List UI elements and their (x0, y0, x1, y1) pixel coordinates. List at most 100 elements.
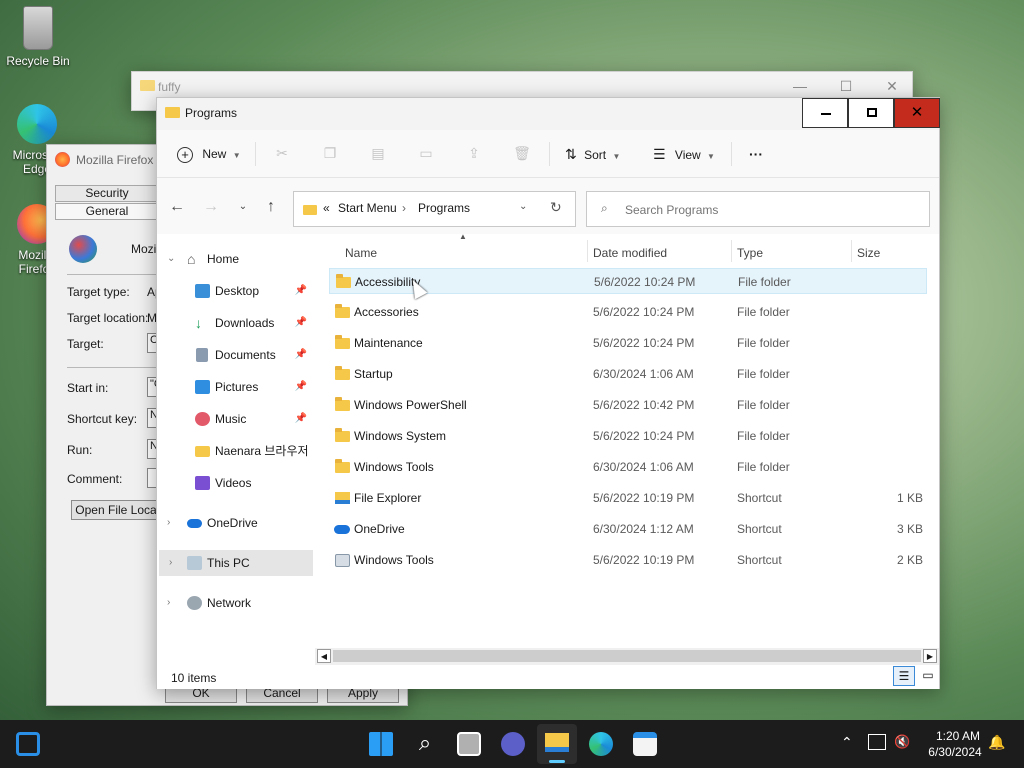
nav-item-naenara[interactable]: Naenara 브라우저 (157, 438, 313, 464)
horizontal-scrollbar[interactable]: ◀ ▶ (315, 648, 939, 665)
back-arrow-icon[interactable]: ← (167, 197, 187, 217)
up-arrow-icon[interactable]: ↑ (261, 197, 281, 217)
table-row[interactable]: OneDrive 6/30/2024 1:12 AM Shortcut 3 KB (329, 516, 927, 542)
nav-item-videos[interactable]: Videos (157, 470, 313, 496)
folder-icon (335, 459, 350, 473)
column-header-name[interactable]: Name (345, 243, 377, 263)
new-label: New (202, 147, 227, 161)
store-icon[interactable] (633, 732, 657, 756)
details-view-icon[interactable]: ☰ (893, 666, 915, 686)
music-icon (195, 412, 210, 426)
table-row[interactable]: Windows Tools 6/30/2024 1:06 AM File fol… (329, 454, 927, 480)
table-row[interactable]: Accessories 5/6/2022 10:24 PM File folde… (329, 299, 927, 325)
taskbar-file-explorer-button[interactable] (537, 724, 577, 764)
task-view-icon[interactable] (457, 732, 481, 756)
address-dropdown-icon[interactable]: ⌄ (519, 201, 527, 212)
column-header-size[interactable]: Size (857, 243, 880, 263)
nav-item-home[interactable]: ⌄ ⌂ Home (157, 246, 313, 272)
nav-item-documents[interactable]: Documents 📌 (157, 342, 313, 368)
new-button[interactable]: + New ▼ (177, 144, 241, 164)
column-header-date[interactable]: Date modified (593, 243, 667, 263)
scroll-left-icon[interactable]: ◀ (317, 649, 331, 663)
breadcrumb-start-menu[interactable]: Start Menu (338, 201, 397, 215)
delete-icon[interactable]: 🗑 (513, 144, 531, 162)
network-icon[interactable] (868, 734, 886, 750)
tab-general[interactable]: General (55, 203, 159, 220)
chevron-down-icon: ▼ (612, 152, 621, 161)
notifications-icon[interactable]: 🔔 (988, 734, 1005, 751)
folder-icon (165, 107, 180, 118)
copy-icon[interactable]: ❐ (321, 144, 339, 162)
active-indicator (549, 760, 565, 763)
open-file-location-button[interactable]: Open File Loca (71, 500, 161, 520)
view-button[interactable]: ☰ View ▼ (653, 144, 715, 164)
address-overflow[interactable]: « (323, 201, 330, 215)
nav-item-network[interactable]: › Network (157, 590, 313, 616)
table-row[interactable]: Windows PowerShell 5/6/2022 10:42 PM Fil… (329, 392, 927, 418)
column-separator[interactable] (731, 240, 732, 262)
cut-icon[interactable]: ✂ (273, 144, 291, 162)
nav-item-onedrive[interactable]: › OneDrive (157, 510, 313, 536)
address-bar[interactable]: « Start Menu › Programs ⌄ ↻ (293, 191, 576, 227)
windows-tools-icon (335, 554, 350, 567)
table-row[interactable]: Windows Tools 5/6/2022 10:19 PM Shortcut… (329, 547, 927, 573)
status-bar: 10 items ☰ ▭ (157, 665, 939, 689)
breadcrumb-programs[interactable]: Programs (418, 201, 470, 215)
close-button[interactable]: ✕ (894, 98, 940, 128)
desktop-icon-recycle-bin[interactable]: Recycle Bin (2, 6, 74, 68)
forward-arrow-icon[interactable]: → (201, 197, 221, 217)
more-options-button[interactable]: ··· (749, 144, 763, 164)
row-date: 5/6/2022 10:19 PM (593, 491, 695, 505)
minimize-button[interactable] (802, 98, 848, 128)
table-row[interactable]: Startup 6/30/2024 1:06 AM File folder (329, 361, 927, 387)
nav-item-pictures[interactable]: Pictures 📌 (157, 374, 313, 400)
paste-icon[interactable]: ▤ (369, 144, 387, 162)
search-input[interactable] (625, 201, 915, 219)
minimize-icon[interactable]: — (777, 72, 823, 100)
refresh-icon[interactable]: ↻ (550, 199, 562, 216)
folder-icon (140, 80, 155, 91)
show-hidden-icons-icon[interactable]: ⌃ (841, 734, 853, 751)
maximize-icon[interactable]: ☐ (823, 72, 869, 100)
row-name: Windows System (354, 429, 447, 443)
column-separator[interactable] (587, 240, 588, 262)
widgets-icon[interactable] (16, 732, 40, 756)
title-bar[interactable]: Programs ✕ (157, 98, 940, 130)
volume-muted-icon[interactable]: 🔇 (894, 734, 910, 750)
tab-security[interactable]: Security (55, 185, 159, 202)
scroll-thumb[interactable] (333, 650, 921, 662)
chat-icon[interactable] (501, 732, 525, 756)
table-row[interactable]: File Explorer 5/6/2022 10:19 PM Shortcut… (329, 485, 927, 511)
label-target: Target: (67, 337, 104, 351)
edge-icon[interactable] (589, 732, 613, 756)
large-icons-view-icon[interactable]: ▭ (917, 666, 939, 686)
row-date: 5/6/2022 10:24 PM (593, 336, 695, 350)
column-header-type[interactable]: Type (737, 243, 763, 263)
clock-time[interactable]: 1:20 AM (926, 729, 990, 743)
nav-item-desktop[interactable]: Desktop 📌 (157, 278, 313, 304)
sort-button[interactable]: ⇅ Sort ▼ (565, 144, 620, 164)
nav-item-this-pc[interactable]: › This PC (159, 550, 313, 576)
maximize-button[interactable] (848, 98, 894, 128)
scroll-right-icon[interactable]: ▶ (923, 649, 937, 663)
nav-item-music[interactable]: Music 📌 (157, 406, 313, 432)
share-icon[interactable]: ⇪ (465, 144, 483, 162)
row-date: 6/30/2024 1:06 AM (593, 460, 694, 474)
search-icon[interactable]: ⌕ (413, 732, 437, 756)
recent-locations-chevron-icon[interactable]: ⌄ (233, 197, 253, 217)
clock-date[interactable]: 6/30/2024 (921, 745, 989, 759)
nav-item-downloads[interactable]: ↓ Downloads 📌 (157, 310, 313, 336)
pictures-icon (195, 380, 210, 394)
file-explorer-window[interactable]: Programs ✕ + New ▼ ✂ ❐ ▤ ▭ ⇪ 🗑 ⇅ Sort ▼ … (156, 97, 940, 689)
search-box[interactable]: ⌕ (586, 191, 930, 227)
column-separator[interactable] (851, 240, 852, 262)
close-icon[interactable]: ✕ (869, 72, 915, 100)
table-row[interactable]: Windows System 5/6/2022 10:24 PM File fo… (329, 423, 927, 449)
table-row[interactable]: Maintenance 5/6/2022 10:24 PM File folde… (329, 330, 927, 356)
folder-icon (303, 205, 317, 215)
desktop-icon-label: Recycle Bin (6, 54, 70, 68)
row-date: 6/30/2024 1:12 AM (593, 522, 694, 536)
chevron-down-icon: ▼ (232, 151, 241, 160)
start-icon[interactable] (369, 732, 393, 756)
rename-icon[interactable]: ▭ (417, 144, 435, 162)
